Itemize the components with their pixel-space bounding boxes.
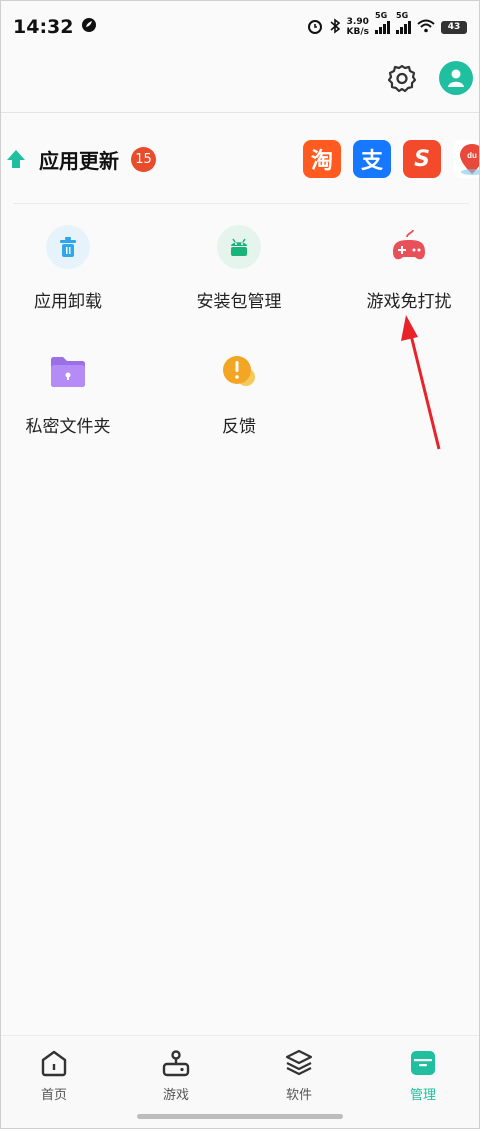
manage-icon — [406, 1046, 440, 1080]
alipay-icon: 支 — [353, 140, 391, 178]
tool-label: 私密文件夹 — [25, 417, 111, 437]
lock-folder-icon — [46, 350, 90, 394]
home-icon — [37, 1046, 71, 1080]
annotation-arrow — [401, 315, 441, 450]
nav-label: 首页 — [40, 1088, 67, 1103]
tool-label: 反馈 — [222, 417, 256, 437]
status-bar: 14:32 3.90 KB/s 5G 5G 43 — [1, 1, 479, 53]
app-notification-icon — [81, 17, 97, 37]
account-button[interactable] — [439, 61, 473, 95]
sogou-icon: S — [403, 140, 441, 178]
tool-game-dnd[interactable]: 游戏免打扰 — [334, 225, 479, 312]
user-icon — [448, 69, 464, 87]
tool-apk-manager[interactable]: 安装包管理 — [164, 225, 314, 312]
settings-button[interactable] — [385, 61, 419, 95]
battery-icon: 43 — [441, 20, 467, 34]
signal-sim2-icon: 5G — [396, 11, 411, 34]
android-icon — [217, 225, 261, 269]
screen: 14:32 3.90 KB/s 5G 5G 43 应用更新 15 淘 支 S d… — [0, 0, 480, 1129]
tool-label: 安装包管理 — [196, 292, 282, 312]
nav-games[interactable]: 游戏 — [136, 1046, 216, 1103]
trash-icon — [46, 225, 90, 269]
divider — [13, 203, 469, 204]
status-time: 14:32 — [13, 16, 74, 38]
alarm-icon — [307, 18, 323, 37]
update-count-badge: 15 — [131, 146, 156, 172]
bluetooth-icon — [329, 17, 341, 37]
app-update-title: 应用更新 — [39, 148, 119, 173]
feedback-icon — [217, 350, 261, 394]
tool-label: 游戏免打扰 — [366, 292, 452, 312]
update-arrow-icon — [7, 150, 25, 168]
taobao-icon: 淘 — [303, 140, 341, 178]
tool-feedback[interactable]: 反馈 — [164, 350, 314, 437]
tool-label: 应用卸载 — [34, 292, 102, 312]
signal-sim1-icon: 5G — [375, 11, 390, 34]
baidu-map-icon: du — [453, 140, 479, 178]
nav-label: 软件 — [285, 1088, 312, 1103]
joystick-icon — [159, 1046, 193, 1080]
divider — [1, 112, 479, 113]
update-app-icons: 淘 支 S du — [303, 140, 479, 178]
app-update-row[interactable]: 应用更新 15 淘 支 S du — [1, 133, 479, 185]
nav-software[interactable]: 软件 — [259, 1046, 339, 1103]
home-indicator[interactable] — [137, 1114, 343, 1119]
nav-label: 管理 — [409, 1088, 436, 1103]
nav-label: 游戏 — [162, 1088, 189, 1103]
gamepad-icon — [387, 225, 431, 269]
top-actions — [385, 61, 473, 95]
layers-icon — [282, 1046, 316, 1080]
nav-manage[interactable]: 管理 — [383, 1046, 463, 1103]
network-speed: 3.90 KB/s — [346, 17, 369, 37]
gear-icon — [387, 64, 417, 93]
wifi-icon — [417, 19, 435, 36]
tool-app-uninstall[interactable]: 应用卸载 — [1, 225, 143, 312]
tool-private-folder[interactable]: 私密文件夹 — [1, 350, 143, 437]
nav-home[interactable]: 首页 — [14, 1046, 94, 1103]
svg-text:du: du — [467, 151, 477, 160]
